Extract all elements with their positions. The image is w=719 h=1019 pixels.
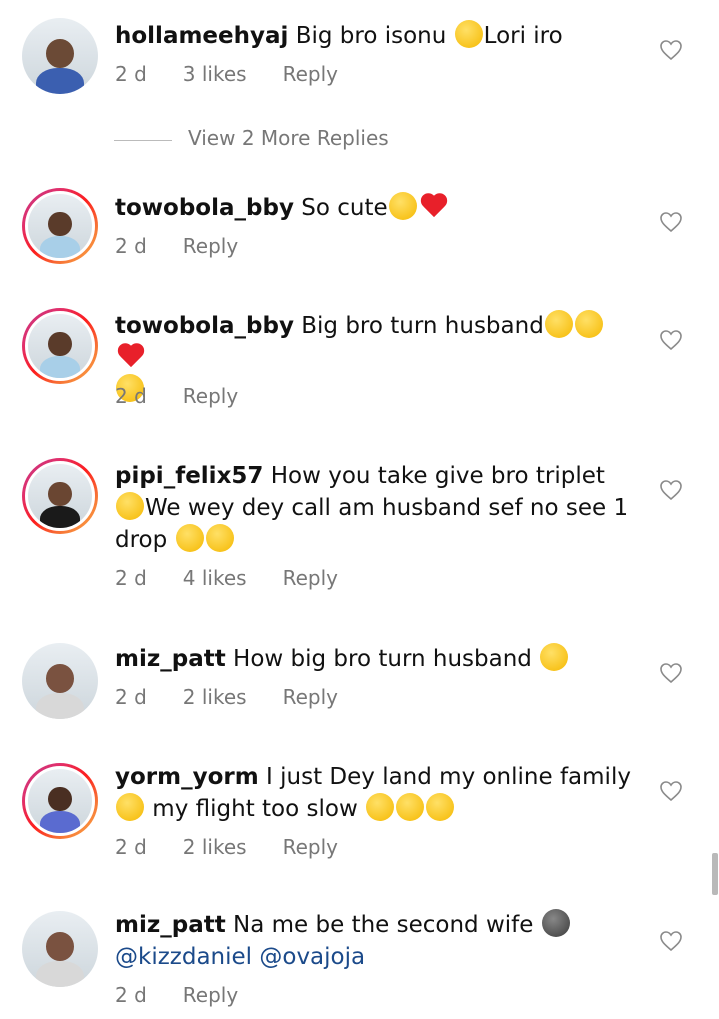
face-emoji-icon: [388, 192, 417, 220]
heart-outline-icon[interactable]: [656, 326, 686, 354]
face-emoji-icon: [396, 793, 425, 821]
comment-text: towobola_bby So cute: [115, 192, 635, 224]
mention-link[interactable]: @kizzdaniel: [115, 944, 252, 970]
comment-text: miz_patt Na me be the second wife @kizzd…: [115, 909, 635, 973]
avatar[interactable]: [22, 643, 98, 719]
comment-body-text: How you take give bro triplet: [270, 463, 605, 489]
face-emoji-icon: [574, 310, 603, 338]
avatar[interactable]: [22, 188, 98, 264]
comment-body-text: Na me be the second wife: [233, 912, 541, 938]
username[interactable]: miz_patt: [115, 912, 226, 938]
comment-timestamp: 2 d: [115, 685, 147, 709]
moon-emoji-icon: [541, 909, 570, 937]
likes-count[interactable]: 2 likes: [183, 685, 247, 709]
face-emoji-icon: [426, 793, 455, 821]
reply-button[interactable]: Reply: [183, 384, 238, 408]
comment-meta: 2 d 2 likes Reply: [115, 835, 374, 859]
comment-meta: 2 d Reply: [115, 384, 274, 408]
comment-meta: 2 d 3 likes Reply: [115, 62, 374, 86]
username[interactable]: yorm_yorm: [115, 764, 259, 790]
heart-outline-icon[interactable]: [656, 777, 686, 805]
comment-text: miz_patt How big bro turn husband: [115, 643, 635, 675]
comment-text: hollameehyaj Big bro isonu Lori iro: [115, 20, 635, 52]
heart-outline-icon[interactable]: [656, 927, 686, 955]
reply-button[interactable]: Reply: [283, 566, 338, 590]
comment-body-text: Big bro turn husband: [301, 313, 544, 339]
mention-link[interactable]: @ovajoja: [259, 944, 365, 970]
comment-body-text: So cute: [301, 195, 388, 221]
face-emoji-icon: [540, 643, 569, 671]
face-emoji-icon: [205, 524, 234, 552]
heart-outline-icon[interactable]: [656, 659, 686, 687]
username[interactable]: towobola_bby: [115, 195, 294, 221]
heart-outline-icon[interactable]: [656, 208, 686, 236]
username[interactable]: pipi_felix57: [115, 463, 263, 489]
comment-meta: 2 d 4 likes Reply: [115, 566, 374, 590]
face-emoji-icon: [175, 524, 204, 552]
face-emoji-icon: [116, 793, 144, 821]
scrollbar[interactable]: [712, 853, 718, 895]
avatar[interactable]: [22, 458, 98, 534]
comment-body-text: Big bro isonu: [295, 23, 454, 49]
comment-text: yorm_yorm I just Dey land my online fami…: [115, 761, 635, 825]
view-more-replies[interactable]: View 2 More Replies: [0, 124, 719, 158]
username[interactable]: miz_patt: [115, 646, 226, 672]
username[interactable]: towobola_bby: [115, 313, 294, 339]
avatar[interactable]: [22, 911, 98, 987]
likes-count[interactable]: 2 likes: [183, 835, 247, 859]
reply-button[interactable]: Reply: [183, 983, 238, 1007]
reply-button[interactable]: Reply: [283, 62, 338, 86]
heart-outline-icon[interactable]: [656, 36, 686, 64]
face-emoji-icon: [116, 492, 144, 520]
heart-outline-icon[interactable]: [656, 476, 686, 504]
avatar[interactable]: [22, 308, 98, 384]
comment-timestamp: 2 d: [115, 835, 147, 859]
comment-timestamp: 2 d: [115, 234, 147, 258]
heart-emoji-icon: [419, 192, 449, 220]
comment-timestamp: 2 d: [115, 566, 147, 590]
comment-body-text: I just Dey land my online family: [266, 764, 631, 790]
heart-emoji-icon: [116, 342, 146, 370]
reply-button[interactable]: Reply: [283, 835, 338, 859]
comment-text: pipi_felix57 How you take give bro tripl…: [115, 460, 635, 556]
face-emoji-icon: [366, 793, 395, 821]
comment-meta: 2 d Reply: [115, 983, 274, 1007]
comment-timestamp: 2 d: [115, 983, 147, 1007]
divider-line: [114, 140, 172, 141]
view-more-replies-label[interactable]: View 2 More Replies: [188, 126, 389, 150]
avatar[interactable]: [22, 18, 98, 94]
comment-timestamp: 2 d: [115, 384, 147, 408]
avatar[interactable]: [22, 763, 98, 839]
comment-body-text: my flight too slow: [145, 796, 366, 822]
comment-body-text: How big bro turn husband: [233, 646, 540, 672]
likes-count[interactable]: 4 likes: [183, 566, 247, 590]
face-emoji-icon: [544, 310, 573, 338]
face-emoji-icon: [454, 20, 483, 48]
comment-body-text: Lori iro: [483, 23, 563, 49]
username[interactable]: hollameehyaj: [115, 23, 288, 49]
comment-meta: 2 d Reply: [115, 234, 274, 258]
comment-timestamp: 2 d: [115, 62, 147, 86]
likes-count[interactable]: 3 likes: [183, 62, 247, 86]
reply-button[interactable]: Reply: [283, 685, 338, 709]
reply-button[interactable]: Reply: [183, 234, 238, 258]
comment-meta: 2 d 2 likes Reply: [115, 685, 374, 709]
